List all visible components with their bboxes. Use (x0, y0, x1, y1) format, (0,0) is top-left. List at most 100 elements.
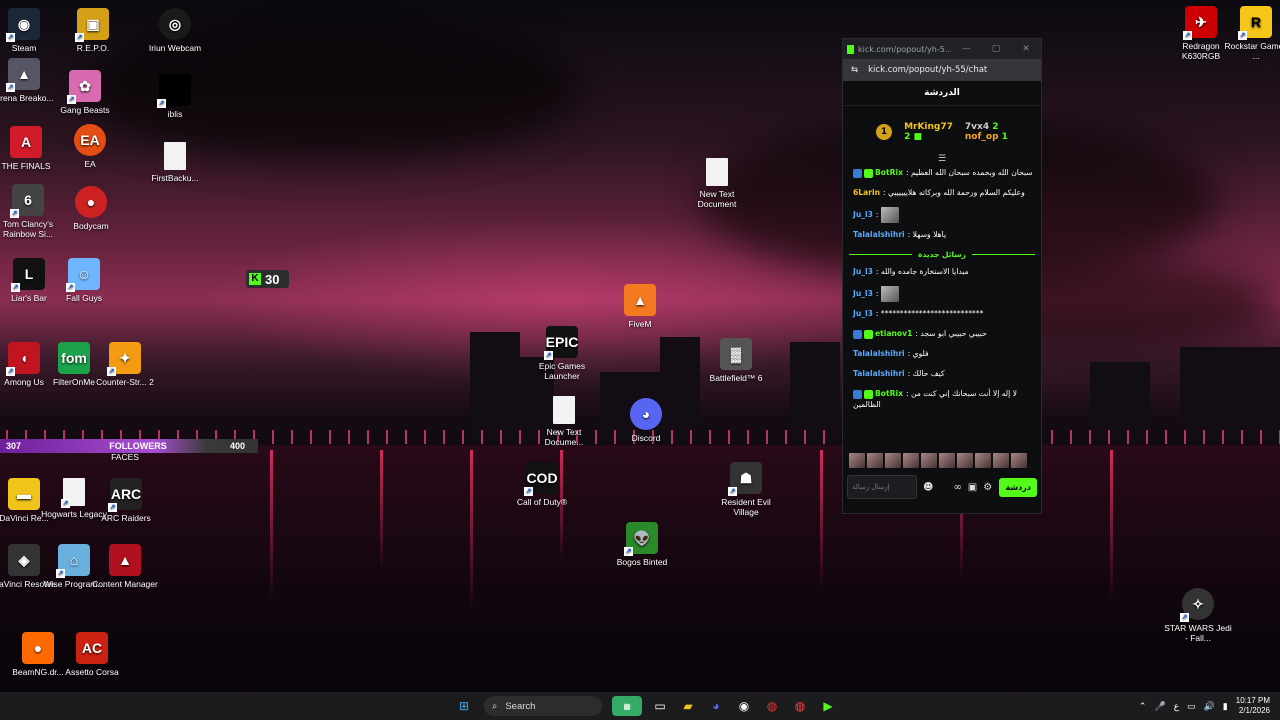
chat-username[interactable]: Ju_l3 (853, 309, 873, 318)
chat-username[interactable]: Talalalshihri (853, 369, 905, 378)
emote-icon[interactable] (867, 453, 883, 468)
desktop-icon-the-finals[interactable]: A THE FINALS (0, 126, 60, 171)
followers-label: FOLLOWERS (109, 441, 167, 451)
maximize-icon[interactable]: ▢ (981, 44, 1011, 54)
language-indicator[interactable]: ع (1174, 701, 1179, 712)
emote-icon[interactable] (957, 453, 973, 468)
desktop-icon-epic-games[interactable]: EPICEpic Games Launcher (528, 326, 596, 381)
chrome-icon[interactable]: ◍ (762, 696, 782, 716)
chat-username[interactable]: 6Larin (853, 188, 880, 197)
desktop-icon-arena[interactable]: ▲Arena Breako... (0, 58, 58, 103)
kick-taskbar-icon[interactable]: ▶ (818, 696, 838, 716)
chat-message: Ju_l3: مبدايا الاستخارة جامده والله (843, 263, 1041, 283)
chat-username[interactable]: etianov1 (875, 329, 912, 338)
emote-icon[interactable] (921, 453, 937, 468)
chrome-profile-icon[interactable]: ◍ (790, 696, 810, 716)
desktop-icon-steam[interactable]: ◉Steam (0, 8, 58, 53)
desktop-icon-iriun[interactable]: ◎ Iriun Webcam (141, 8, 209, 53)
minimize-icon[interactable]: — (951, 44, 981, 54)
desktop-icon-arc-raiders[interactable]: ARCARC Raiders (92, 478, 160, 523)
close-icon[interactable]: ✕ (1011, 44, 1041, 54)
send-chat-button[interactable]: دردشة (999, 477, 1037, 497)
discord-taskbar-icon[interactable]: ◕ (706, 696, 726, 716)
address-bar[interactable]: ⇆ kick.com/popout/yh-55/chat (843, 59, 1041, 81)
chat-username[interactable]: Ju_l3 (853, 267, 873, 276)
chat-username[interactable]: BotRix (875, 168, 903, 177)
desktop-icon-faces-label[interactable]: FACES (91, 452, 159, 462)
desktop-icon-content-manager[interactable]: ▲ Content Manager (91, 544, 159, 589)
microphone-icon[interactable]: 🎤 (1154, 701, 1165, 712)
icon-label: Battlefield™ 6 (709, 373, 763, 383)
chat-text: وعليكم السلام ورحمة الله وبركاته هلايييي… (888, 188, 1025, 197)
clock[interactable]: 10:17 PM 2/1/2026 (1236, 696, 1270, 716)
desktop-icon-discord[interactable]: ◕ Discord (612, 398, 680, 443)
site-info-icon[interactable]: ⇆ (851, 65, 858, 75)
steam-taskbar-icon[interactable]: ◉ (734, 696, 754, 716)
icon-label: Resident Evil Village (721, 497, 771, 517)
infinity-icon[interactable]: ∞ (953, 482, 961, 493)
badge-icon (853, 329, 862, 339)
emote-image (880, 207, 899, 223)
new-messages-label: رسائل جديدة (918, 250, 966, 259)
icon-label: Redragon K630RGB (1181, 41, 1221, 61)
emoji-icon[interactable]: ☻ (923, 482, 933, 493)
window-titlebar[interactable]: kick.com/popout/yh-5... — ▢ ✕ (843, 39, 1041, 59)
desktop-icon-rainbow-six[interactable]: 6Tom Clancy's Rainbow Si... (0, 184, 62, 239)
task-view-icon[interactable]: ▭ (650, 696, 670, 716)
chat-username[interactable]: Ju_l3 (853, 210, 873, 219)
desktop-icon-assetto-corsa[interactable]: AC Assetto Corsa (58, 632, 126, 677)
desktop-icon-bogos-binted[interactable]: 👽Bogos Binted (608, 522, 676, 567)
desktop-icon-resident-evil[interactable]: ☗Resident Evil Village (712, 462, 780, 517)
desktop-icon-fall-guys[interactable]: ☺Fall Guys (50, 258, 118, 303)
search-label: Search (505, 700, 536, 712)
ea-icon: EA (74, 124, 106, 156)
chat-message: Ju_l3: *************************** (843, 305, 1041, 325)
desktop-icon-star-wars[interactable]: ✧STAR WARS Jedi - Fall... (1164, 588, 1232, 643)
desktop-icon-call-of-duty[interactable]: CODCall of Duty® (508, 462, 576, 507)
desktop-icon-fivem[interactable]: ▲ FiveM (606, 284, 674, 329)
emote-icon[interactable] (849, 453, 865, 468)
desktop-icon-ea[interactable]: EA EA (56, 124, 124, 169)
start-icon[interactable]: ⊞ (454, 696, 474, 716)
url-text: kick.com/popout/yh-55/chat (868, 65, 988, 75)
desktop-icon-bodycam[interactable]: ● Bodycam (57, 186, 125, 231)
desktop-icon-iblis[interactable]: iblis (141, 74, 209, 119)
verified-badge-icon (864, 168, 873, 178)
battlefield-icon: ▓ (720, 338, 752, 370)
collapse-icon[interactable]: ☰ (843, 154, 1041, 164)
chat-username[interactable]: BotRix (875, 389, 903, 398)
emote-icon[interactable] (993, 453, 1009, 468)
chat-input-row: ☻ ∞ ▣ ⚙ دردشة (847, 474, 1037, 500)
emote-icon[interactable] (975, 453, 991, 468)
chat-username[interactable]: Talalalshihri (853, 230, 905, 239)
emote-icon[interactable] (885, 453, 901, 468)
desktop-icon-repo[interactable]: ▣R.E.P.O. (59, 8, 127, 53)
file-explorer-icon[interactable]: ▰ (678, 696, 698, 716)
desktop-icon-battlefield-6[interactable]: ▓ Battlefield™ 6 (702, 338, 770, 383)
emote-icon[interactable] (939, 453, 955, 468)
emote-icon[interactable] (903, 453, 919, 468)
desktop-icon-gang-beasts[interactable]: ✿Gang Beasts (51, 70, 119, 115)
kick-favicon-icon (847, 44, 854, 54)
icon-label: Counter-Str... 2 (96, 377, 154, 387)
emote-bar[interactable] (849, 453, 1027, 468)
chat-username[interactable]: Talalalshihri (853, 349, 905, 358)
battery-icon[interactable]: ▮ (1223, 701, 1228, 712)
desktop-icon-firstbackup[interactable]: FirstBacku... (141, 142, 209, 183)
chat-header: الدردشة (843, 81, 1041, 106)
desktop-icon-rockstar[interactable]: RRockstar Games ... (1222, 6, 1280, 61)
settings-icon[interactable]: ⚙ (983, 482, 992, 493)
desktop-icon-new-text-document[interactable]: New Text Document (683, 158, 751, 209)
volume-icon[interactable]: 🔊 (1204, 701, 1215, 712)
widgets-icon[interactable]: ▦ (612, 696, 642, 716)
icon-label: Iriun Webcam (148, 43, 202, 53)
gift-icon[interactable]: ▣ (968, 482, 977, 493)
chat-input[interactable] (847, 475, 917, 499)
chevron-up-icon[interactable]: ⌃ (1139, 701, 1147, 712)
taskbar-search[interactable]: ⌕ Search (484, 696, 602, 716)
emote-icon[interactable] (1011, 453, 1027, 468)
desktop-icon-new-text-document-2[interactable]: New Text Docume... (530, 396, 598, 447)
desktop-icon-counter-strike[interactable]: ✦Counter-Str... 2 (91, 342, 159, 387)
network-icon[interactable]: ▭ (1187, 701, 1196, 712)
chat-username[interactable]: Ju_l3 (853, 289, 873, 298)
